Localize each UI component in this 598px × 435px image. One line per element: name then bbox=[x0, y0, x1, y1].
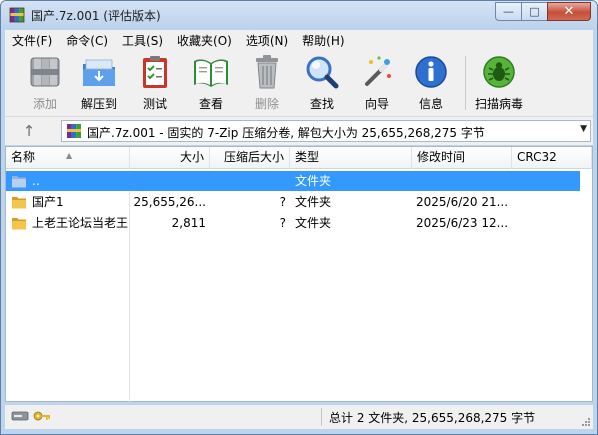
drive-icon[interactable] bbox=[11, 410, 29, 422]
file-type: 文件夹 bbox=[295, 216, 332, 230]
delete-label: 删除 bbox=[254, 97, 279, 111]
file-name: .. bbox=[32, 174, 40, 188]
maximize-button[interactable]: □ bbox=[521, 2, 547, 21]
file-type: 文件夹 bbox=[295, 174, 332, 188]
view-button[interactable]: 查看 bbox=[183, 53, 239, 115]
resize-grip-icon[interactable] bbox=[581, 417, 591, 427]
info-label: 信息 bbox=[418, 97, 443, 111]
info-button[interactable]: 信息 bbox=[403, 53, 459, 115]
file-size: 25,655,26... bbox=[133, 195, 206, 209]
status-separator bbox=[321, 408, 322, 426]
add-archive-icon bbox=[26, 53, 64, 91]
file-packed-size: ? bbox=[279, 216, 286, 230]
file-list[interactable]: 名称 ▲ 大小 压缩后大小 类型 修改时间 CRC32 .. 文件夹 国产1 2… bbox=[5, 146, 593, 402]
status-summary: 总计 2 文件夹, 25,655,268,275 字节 bbox=[329, 411, 536, 425]
column-header-crc32[interactable]: CRC32 bbox=[512, 147, 592, 169]
archive-path-text: 国产.7z.001 - 固实的 7-Zip 压缩分卷, 解包大小为 25,655… bbox=[87, 126, 485, 140]
column-header-name[interactable]: 名称 ▲ bbox=[6, 147, 130, 169]
virus-scan-label: 扫描病毒 bbox=[474, 97, 523, 111]
column-header-type[interactable]: 类型 bbox=[290, 147, 412, 169]
close-button[interactable]: ✕ bbox=[547, 2, 591, 21]
delete-button[interactable]: 删除 bbox=[239, 53, 295, 115]
view-book-icon bbox=[192, 53, 230, 91]
wizard-button[interactable]: 向导 bbox=[349, 53, 405, 115]
status-icons bbox=[11, 410, 51, 422]
folder-icon bbox=[12, 197, 26, 209]
info-icon bbox=[412, 53, 450, 91]
wizard-label: 向导 bbox=[364, 97, 389, 111]
file-modified: 2025/6/20 21... bbox=[416, 195, 509, 209]
menu-favorites[interactable]: 收藏夹(O) bbox=[170, 30, 239, 50]
menu-tools[interactable]: 工具(S) bbox=[115, 30, 170, 50]
list-item-folder[interactable]: 国产1 25,655,26... ? 文件夹 2025/6/20 21... bbox=[6, 192, 592, 212]
magic-wand-icon bbox=[358, 53, 396, 91]
up-one-level-button[interactable]: ↑ bbox=[19, 121, 39, 141]
status-bar: 总计 2 文件夹, 25,655,268,275 字节 bbox=[5, 405, 593, 429]
extract-to-label: 解压到 bbox=[80, 97, 117, 111]
folder-icon bbox=[12, 218, 26, 230]
chevron-down-icon[interactable]: ▼ bbox=[580, 124, 587, 134]
find-button[interactable]: 查找 bbox=[294, 53, 350, 115]
winrar-app-icon[interactable] bbox=[9, 7, 25, 23]
key-icon[interactable] bbox=[33, 410, 51, 422]
find-label: 查找 bbox=[309, 97, 334, 111]
file-name: 国产1 bbox=[32, 195, 64, 209]
file-size: 2,811 bbox=[171, 216, 206, 230]
view-label: 查看 bbox=[198, 97, 223, 111]
minimize-button[interactable]: — bbox=[495, 2, 521, 21]
file-name: 上老王论坛当老王 bbox=[32, 216, 128, 230]
column-header-row: 名称 ▲ 大小 压缩后大小 类型 修改时间 CRC32 bbox=[6, 147, 592, 169]
file-modified: 2025/6/23 12... bbox=[416, 216, 509, 230]
test-label: 测试 bbox=[142, 97, 167, 111]
menu-commands[interactable]: 命令(C) bbox=[59, 30, 115, 50]
toolbar-separator bbox=[465, 56, 466, 110]
window-controls: — □ ✕ bbox=[495, 2, 591, 21]
column-header-size[interactable]: 大小 bbox=[130, 147, 210, 169]
menu-options[interactable]: 选项(N) bbox=[239, 30, 295, 50]
file-type: 文件夹 bbox=[295, 195, 332, 209]
menu-file[interactable]: 文件(F) bbox=[5, 30, 59, 50]
address-row: ↑ 国产.7z.001 - 固实的 7-Zip 压缩分卷, 解包大小为 25,6… bbox=[5, 117, 593, 145]
list-item-folder[interactable]: 上老王论坛当老王 2,811 ? 文件夹 2025/6/23 12... bbox=[6, 213, 592, 233]
list-item-parent-folder[interactable]: .. 文件夹 bbox=[6, 171, 580, 191]
add-label: 添加 bbox=[32, 97, 57, 111]
bug-icon bbox=[480, 53, 518, 91]
column-header-packed-size[interactable]: 压缩后大小 bbox=[210, 147, 290, 169]
sort-ascending-icon: ▲ bbox=[66, 151, 73, 160]
window-title: 国产.7z.001 (评估版本) bbox=[31, 9, 161, 23]
file-packed-size: ? bbox=[279, 195, 286, 209]
winrar-window: 国产.7z.001 (评估版本) — □ ✕ 文件(F) 命令(C) 工具(S)… bbox=[0, 0, 598, 435]
test-clipboard-icon bbox=[136, 53, 174, 91]
archive-icon bbox=[67, 124, 81, 138]
magnifier-icon bbox=[303, 53, 341, 91]
add-button[interactable]: 添加 bbox=[17, 53, 73, 115]
menu-help[interactable]: 帮助(H) bbox=[295, 30, 351, 50]
toolbar: 添加 解压到 测试 查看 删除 查找 向导 信息 扫描病毒 bbox=[5, 50, 593, 117]
test-button[interactable]: 测试 bbox=[127, 53, 183, 115]
menu-bar: 文件(F) 命令(C) 工具(S) 收藏夹(O) 选项(N) 帮助(H) bbox=[5, 30, 593, 50]
column-header-modified[interactable]: 修改时间 bbox=[412, 147, 512, 169]
title-bar[interactable]: 国产.7z.001 (评估版本) — □ ✕ bbox=[1, 1, 597, 29]
column-name-label: 名称 bbox=[11, 150, 36, 164]
extract-to-button[interactable]: 解压到 bbox=[71, 53, 127, 115]
virus-scan-button[interactable]: 扫描病毒 bbox=[469, 53, 529, 115]
parent-folder-icon bbox=[12, 176, 26, 188]
extract-folder-icon bbox=[80, 53, 118, 91]
trash-icon bbox=[248, 53, 286, 91]
archive-path-combobox[interactable]: 国产.7z.001 - 固实的 7-Zip 压缩分卷, 解包大小为 25,655… bbox=[61, 120, 591, 142]
